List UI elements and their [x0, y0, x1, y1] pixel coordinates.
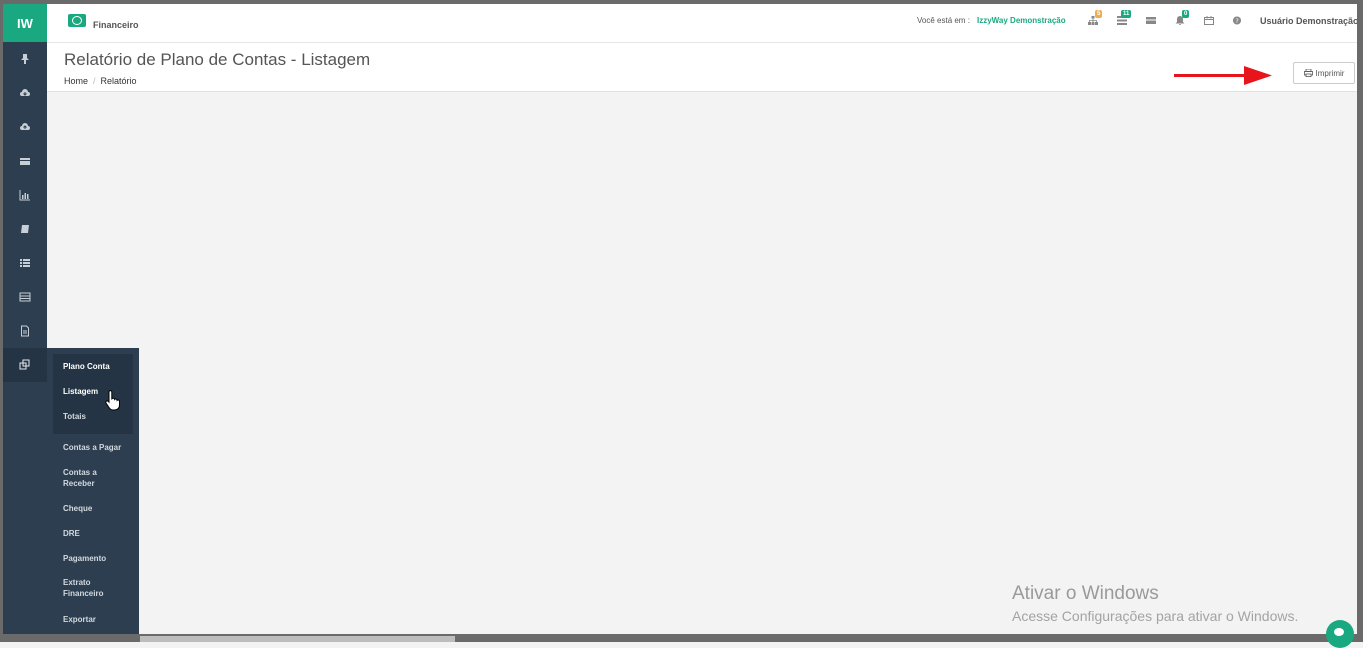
submenu-item-extrato-financeiro[interactable]: Extrato Financeiro: [63, 577, 113, 599]
copy-icon[interactable]: [3, 348, 47, 382]
calendar-icon[interactable]: [1204, 16, 1214, 25]
book-icon[interactable]: [3, 212, 47, 246]
print-button-label: Imprimir: [1315, 68, 1345, 78]
hand-cursor-icon: [105, 390, 120, 411]
chat-icon[interactable]: [1326, 620, 1354, 648]
windows-activation-title: Ativar o Windows: [1012, 583, 1159, 604]
submenu-item-contas-a-receber[interactable]: Contas a Receber: [63, 467, 113, 489]
cloud-upload-icon[interactable]: [3, 110, 47, 144]
svg-text:?: ?: [1235, 18, 1238, 25]
submenu-item-pagamento[interactable]: Pagamento: [63, 553, 135, 564]
tasks-badge: 11: [1121, 10, 1132, 18]
taskbar-strip: [140, 636, 455, 642]
page-title: Relatório de Plano de Contas - Listagem: [64, 50, 371, 69]
printer-icon: [1303, 69, 1313, 77]
table-icon[interactable]: [3, 280, 47, 314]
pin-icon[interactable]: [3, 42, 47, 76]
submenu-item-totais[interactable]: Totais: [63, 411, 135, 422]
top-navbar: [47, 4, 1357, 43]
card-icon[interactable]: [3, 144, 47, 178]
red-arrow-annotation: [1174, 66, 1272, 85]
user-menu[interactable]: Usuário Demonstração: [1260, 16, 1357, 26]
sitemap-badge: 5: [1095, 10, 1103, 18]
current-company-link[interactable]: IzzyWay Demonstração: [977, 16, 1066, 25]
bar-chart-icon[interactable]: [3, 178, 47, 212]
submenu-item-contas-a-pagar[interactable]: Contas a Pagar: [63, 442, 135, 453]
submenu-item-listagem[interactable]: Listagem: [63, 386, 135, 397]
print-button[interactable]: Imprimir: [1293, 62, 1355, 84]
cloud-download-icon[interactable]: [3, 76, 47, 110]
app-logo[interactable]: IW: [3, 4, 47, 42]
submenu-item-plano-conta[interactable]: Plano Conta: [63, 361, 135, 372]
document-icon[interactable]: [3, 314, 47, 348]
current-company-label: Você está em :: [917, 16, 970, 25]
submenu-item-dre[interactable]: DRE: [63, 528, 135, 539]
submenu-item-exportar[interactable]: Exportar: [63, 614, 135, 625]
window-frame-right: [1357, 0, 1363, 642]
money-icon: [68, 14, 86, 27]
windows-activation-subtitle: Acesse Configurações para ativar o Windo…: [1012, 608, 1299, 624]
breadcrumb: Home / Relatório: [64, 76, 137, 86]
breadcrumb-separator: /: [93, 76, 96, 86]
notifications-badge: 0: [1182, 10, 1190, 18]
module-title[interactable]: Financeiro: [93, 20, 139, 30]
breadcrumb-current: Relatório: [100, 76, 137, 86]
submenu-item-cheque[interactable]: Cheque: [63, 503, 135, 514]
messages-icon[interactable]: [1146, 16, 1156, 25]
breadcrumb-home[interactable]: Home: [64, 76, 88, 86]
help-icon[interactable]: ?: [1232, 16, 1242, 25]
list-icon[interactable]: [3, 246, 47, 280]
